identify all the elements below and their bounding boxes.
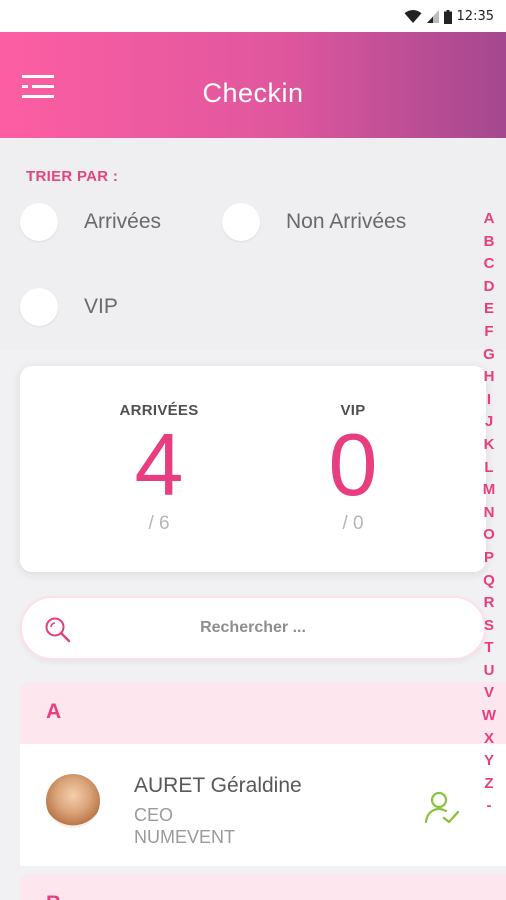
alphabet-index-letter[interactable]: U	[478, 660, 500, 683]
search-placeholder: Rechercher ...	[200, 619, 306, 636]
sort-panel: TRIER PAR : Arrivées Non Arrivées VIP	[0, 138, 506, 350]
sort-option-not-arrived[interactable]: Non Arrivées	[222, 203, 406, 241]
sort-option-label: VIP	[84, 295, 118, 318]
alphabet-index-letter[interactable]: B	[478, 231, 500, 254]
arrived-total: / 6	[148, 513, 170, 534]
alphabet-index-letter[interactable]: F	[478, 321, 500, 344]
page-title: Checkin	[202, 78, 304, 108]
user-checked-icon[interactable]	[424, 790, 460, 826]
vip-stat: VIP 0 / 0	[283, 402, 423, 535]
arrived-count: 4	[134, 415, 184, 514]
alphabet-index-letter[interactable]: O	[478, 524, 500, 547]
alphabet-index-letter[interactable]: K	[478, 434, 500, 457]
alphabet-index-letter[interactable]: J	[478, 411, 500, 434]
radio-button[interactable]	[20, 288, 58, 326]
section-header-b: B	[20, 874, 506, 900]
alphabet-index-letter[interactable]: P	[478, 547, 500, 570]
sort-option-vip[interactable]: VIP	[20, 288, 118, 326]
status-bar: 12:35	[0, 0, 506, 32]
sort-option-label: Non Arrivées	[286, 210, 407, 233]
stats-card: ARRIVÉES 4 / 6 VIP 0 / 0	[20, 366, 486, 572]
alphabet-index-letter[interactable]: D	[478, 276, 500, 299]
alphabet-index-letter[interactable]: W	[478, 705, 500, 728]
alphabet-index-letter[interactable]: -	[478, 795, 500, 818]
contact-row[interactable]: AURET Géraldine CEO NUMEVENT	[20, 744, 506, 866]
alphabet-index-letter[interactable]: Z	[478, 773, 500, 796]
alphabet-index-letter[interactable]: Y	[478, 750, 500, 773]
alphabet-index-letter[interactable]: Q	[478, 570, 500, 593]
alphabet-index-letter[interactable]: E	[478, 298, 500, 321]
vip-count: 0	[328, 415, 378, 514]
status-icons: 12:35	[404, 9, 494, 24]
alphabet-index-letter[interactable]: A	[478, 208, 500, 231]
contact-company: NUMEVENT	[134, 827, 236, 847]
sort-option-arrived[interactable]: Arrivées	[20, 203, 161, 241]
alphabet-index-letter[interactable]: L	[478, 457, 500, 480]
alphabet-index-letter[interactable]: S	[478, 615, 500, 638]
contact-name: AURET Géraldine	[134, 774, 302, 797]
section-header-a: A	[20, 682, 506, 744]
radio-button[interactable]	[222, 203, 260, 241]
alphabet-index-letter[interactable]: X	[478, 728, 500, 751]
search-input[interactable]: Rechercher ...	[20, 596, 486, 660]
sort-title: TRIER PAR :	[26, 168, 119, 185]
status-time: 12:35	[456, 9, 494, 24]
sort-option-label: Arrivées	[84, 210, 162, 233]
alphabet-index: ABCDEFGHIJKLMNOPQRSTUVWXYZ-	[478, 208, 500, 818]
alphabet-index-letter[interactable]: V	[478, 682, 500, 705]
alphabet-index-letter[interactable]: R	[478, 592, 500, 615]
app-bar: Checkin	[0, 32, 506, 138]
contact-role: CEO	[134, 805, 174, 825]
alphabet-index-letter[interactable]: T	[478, 637, 500, 660]
alphabet-index-letter[interactable]: N	[478, 502, 500, 525]
wifi-icon	[404, 10, 422, 23]
section-letter: B	[46, 892, 61, 900]
radio-button[interactable]	[20, 203, 58, 241]
alphabet-index-letter[interactable]: H	[478, 366, 500, 389]
alphabet-index-letter[interactable]: G	[478, 344, 500, 367]
alphabet-index-letter[interactable]: I	[478, 389, 500, 412]
avatar	[46, 774, 100, 828]
arrived-stat: ARRIVÉES 4 / 6	[89, 402, 229, 535]
battery-icon	[443, 9, 452, 24]
vip-total: / 0	[342, 513, 364, 534]
signal-icon	[426, 10, 439, 23]
alphabet-index-letter[interactable]: C	[478, 253, 500, 276]
section-letter: A	[46, 700, 62, 723]
alphabet-index-letter[interactable]: M	[478, 479, 500, 502]
checkin-screen: 12:35 Checkin TRIER PAR : Arrivées Non A…	[0, 0, 506, 900]
